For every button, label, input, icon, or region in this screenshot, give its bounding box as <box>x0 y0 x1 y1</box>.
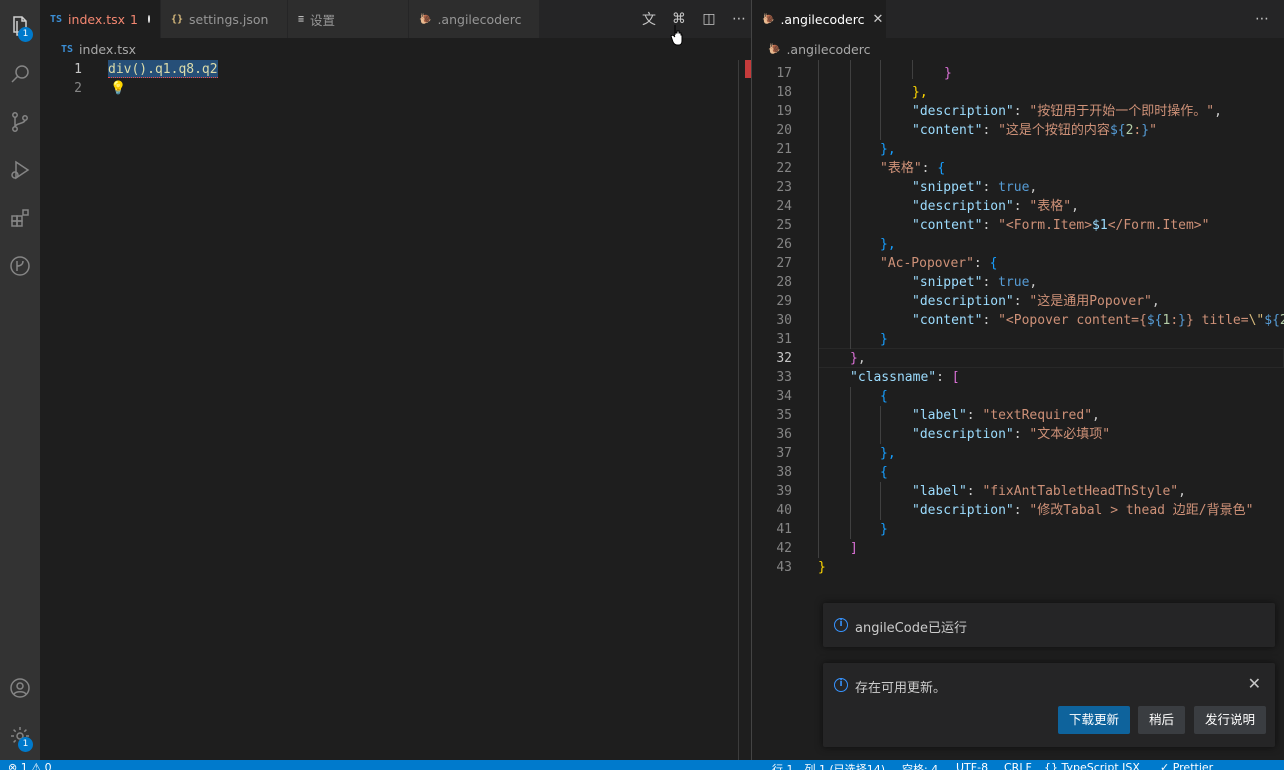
line-number: 38 <box>776 465 792 480</box>
git-graph-icon[interactable] <box>0 246 40 286</box>
line-number: 1 <box>74 62 82 77</box>
line-number: 39 <box>776 484 792 499</box>
line-number: 35 <box>776 408 792 423</box>
line-number: 17 <box>776 66 792 81</box>
line-number: 26 <box>776 237 792 252</box>
download-update-button[interactable]: 下载更新 <box>1058 706 1131 734</box>
line-number: 22 <box>776 161 792 176</box>
tab-settings-ui[interactable]: ≡ 设置 <box>288 0 408 38</box>
typescript-icon: TS <box>50 13 63 25</box>
later-button[interactable]: 稍后 <box>1138 706 1186 734</box>
prettier-status[interactable]: ✓ Prettier <box>1160 761 1213 770</box>
tab-label: 设置 <box>310 12 336 28</box>
breadcrumb-file[interactable]: .angilecoderc <box>786 42 870 57</box>
info-icon: i <box>834 618 848 632</box>
line-number: 30 <box>776 313 792 328</box>
line-number: 24 <box>776 199 792 214</box>
right-editor-actions: ⋯ <box>1254 0 1270 38</box>
tab-settings-json[interactable]: {} settings.json <box>161 0 287 38</box>
account-icon[interactable] <box>0 668 40 708</box>
eol-status[interactable]: CRLF <box>1004 761 1032 770</box>
close-icon[interactable]: ✕ <box>872 12 883 27</box>
typescript-icon: TS <box>61 43 74 55</box>
angile-icon: 🐌 <box>768 43 781 55</box>
settings-gear-icon[interactable]: 1 <box>0 716 40 756</box>
line-number: 40 <box>776 503 792 518</box>
settings-badge: 1 <box>18 737 33 752</box>
line-number: 32 <box>776 351 792 366</box>
line-number: 2 <box>74 81 82 96</box>
settings-file-icon: ≡ <box>298 13 305 25</box>
group-divider[interactable] <box>751 0 752 760</box>
translate-icon[interactable]: 文 <box>641 9 657 29</box>
tab-angilecoderc-right[interactable]: 🐌 .angilecoderc ✕ <box>752 0 886 38</box>
line-number: 41 <box>776 522 792 537</box>
line-number: 27 <box>776 256 792 271</box>
hand-cursor-icon <box>670 25 683 46</box>
notification-message: 存在可用更新。 <box>855 681 947 696</box>
run-debug-icon[interactable] <box>0 150 40 190</box>
notification-running: i angileCode已运行 <box>823 603 1275 647</box>
line-number: 19 <box>776 104 792 119</box>
extensions-icon[interactable] <box>0 198 40 238</box>
line-number: 28 <box>776 275 792 290</box>
source-control-icon[interactable] <box>0 102 40 142</box>
info-icon: i <box>834 678 848 692</box>
search-icon[interactable] <box>0 54 40 94</box>
line-number: 34 <box>776 389 792 404</box>
line-number: 33 <box>776 370 792 385</box>
line-number: 37 <box>776 446 792 461</box>
json-icon: {} <box>171 13 184 25</box>
more-actions-icon[interactable]: ⋯ <box>731 11 747 27</box>
tab-index-tsx[interactable]: TS index.tsx 1 <box>40 0 160 38</box>
line-number: 29 <box>776 294 792 309</box>
code-line[interactable]: div().q1.q8.q2 <box>108 60 218 78</box>
problems-status[interactable]: ⊗ 1 ⚠ 0 <box>8 761 52 770</box>
explorer-badge: 1 <box>18 27 33 42</box>
cursor-position-status[interactable]: 行 1，列 1 (已选择14) <box>772 761 885 770</box>
breadcrumb: TS index.tsx <box>61 38 136 60</box>
angile-icon: 🐌 <box>762 13 775 25</box>
line-number: 21 <box>776 142 792 157</box>
editor-actions: 文 ⌘ ◫ ⋯ <box>641 0 747 38</box>
angile-icon: 🐌 <box>419 13 432 25</box>
tab-label: .angilecoderc <box>437 11 522 27</box>
tab-angilecoderc[interactable]: 🐌 .angilecoderc <box>409 0 539 38</box>
line-number: 31 <box>776 332 792 347</box>
tab-label: index.tsx <box>68 11 126 27</box>
release-notes-button[interactable]: 发行说明 <box>1194 706 1267 734</box>
close-icon[interactable]: ✕ <box>1248 674 1261 693</box>
left-tab-bar: TS index.tsx 1 {} settings.json ≡ 设置 🐌 .… <box>40 0 751 38</box>
language-status[interactable]: {} TypeScript JSX <box>1044 761 1140 770</box>
encoding-status[interactable]: UTF-8 <box>956 761 988 770</box>
tab-label: settings.json <box>189 11 269 27</box>
line-number: 25 <box>776 218 792 233</box>
more-actions-icon[interactable]: ⋯ <box>1254 11 1270 27</box>
problem-count: 1 <box>130 11 138 27</box>
activity-bar: 1 1 <box>0 0 40 760</box>
explorer-icon[interactable]: 1 <box>0 6 40 46</box>
left-scrollbar-track[interactable] <box>738 60 739 760</box>
indentation-status[interactable]: 空格: 4 <box>902 761 938 770</box>
notification-update: i 存在可用更新。 ✕ 下载更新 稍后 发行说明 <box>823 663 1275 747</box>
right-tab-bar: 🐌 .angilecoderc ✕ ⋯ <box>752 0 1284 38</box>
breadcrumb-file[interactable]: index.tsx <box>79 42 136 57</box>
line-number: 43 <box>776 560 792 575</box>
unsaved-dot-icon[interactable] <box>147 15 150 23</box>
right-breadcrumb: 🐌 .angilecoderc <box>768 38 870 60</box>
split-editor-icon[interactable]: ◫ <box>701 11 717 27</box>
notification-message: angileCode已运行 <box>855 621 967 636</box>
current-line-highlight <box>818 348 1284 368</box>
tab-label: .angilecoderc <box>780 11 865 27</box>
line-number: 23 <box>776 180 792 195</box>
line-number: 20 <box>776 123 792 138</box>
line-number: 42 <box>776 541 792 556</box>
status-bar: ⊗ 1 ⚠ 0 行 1，列 1 (已选择14) 空格: 4 UTF-8 CRLF… <box>0 760 1284 770</box>
line-number: 36 <box>776 427 792 442</box>
lightbulb-icon[interactable]: 💡 <box>110 79 126 98</box>
line-number: 18 <box>776 85 792 100</box>
